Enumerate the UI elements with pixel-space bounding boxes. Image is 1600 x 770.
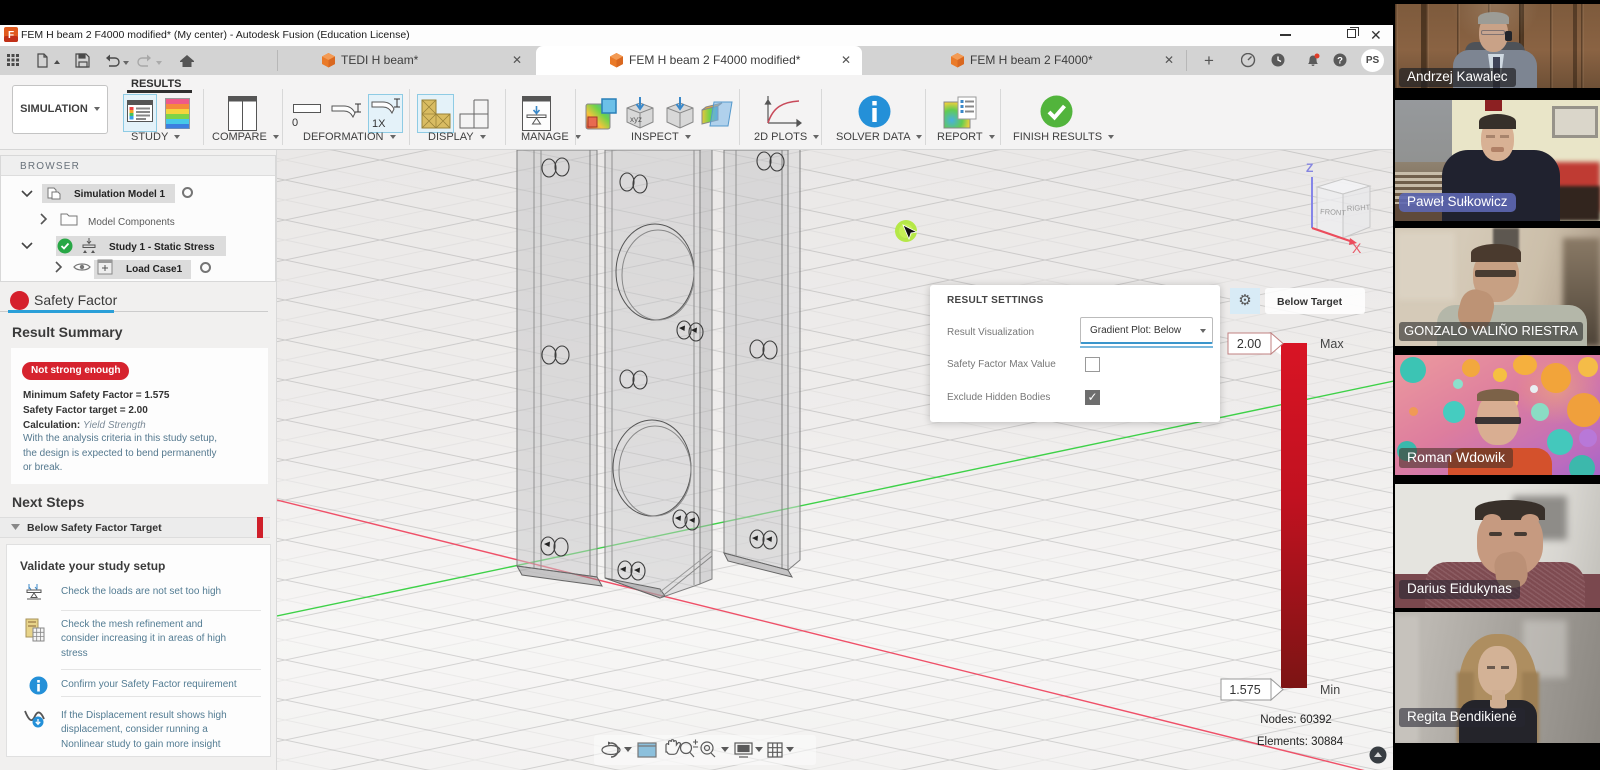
svg-text:Max: Max xyxy=(1320,337,1344,351)
svg-text:2.00: 2.00 xyxy=(1237,337,1261,351)
svg-text:Elements: 30884: Elements: 30884 xyxy=(1257,736,1344,748)
svg-text:?: ? xyxy=(1337,56,1343,67)
svg-text:xyz: xyz xyxy=(630,115,642,124)
svg-text:Z: Z xyxy=(1306,161,1313,175)
svg-text:F: F xyxy=(8,30,14,41)
svg-text:1X: 1X xyxy=(372,118,386,130)
svg-text:1.575: 1.575 xyxy=(1229,683,1260,697)
svg-text:RIGHT: RIGHT xyxy=(1347,203,1371,213)
svg-text:X: X xyxy=(1352,240,1362,256)
svg-text:0: 0 xyxy=(292,117,298,128)
svg-text:FRONT: FRONT xyxy=(1320,207,1347,217)
svg-text:Nodes: 60392: Nodes: 60392 xyxy=(1260,714,1332,726)
svg-text:Min: Min xyxy=(1320,683,1340,697)
